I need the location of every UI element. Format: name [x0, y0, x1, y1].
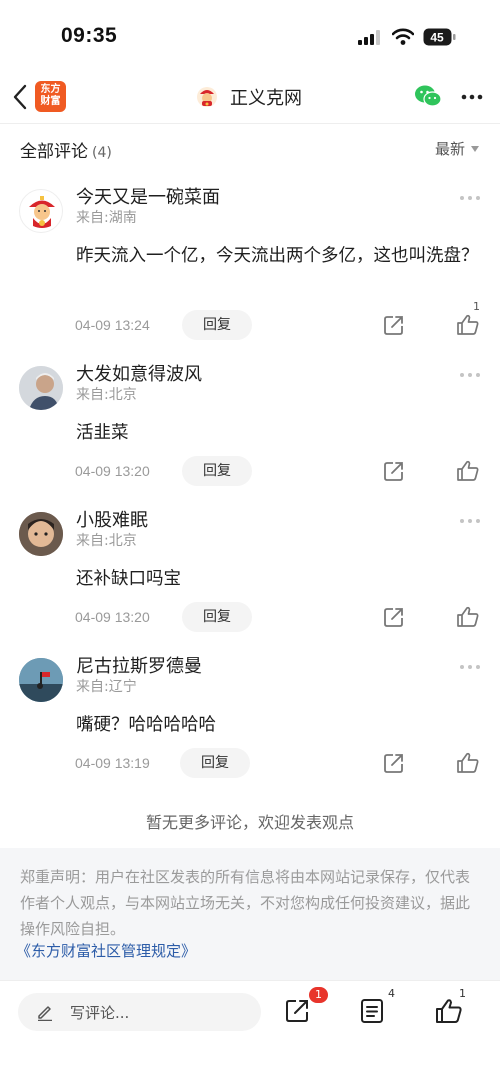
share-icon[interactable]	[383, 752, 405, 774]
reply-button[interactable]: 回复	[182, 602, 252, 632]
sort-dropdown[interactable]: 最新	[435, 138, 479, 159]
username[interactable]: 小股难眠	[76, 506, 148, 532]
location: 来自:北京	[76, 533, 137, 549]
thumbs-up-icon[interactable]	[435, 997, 463, 1025]
share-badge: 1	[309, 987, 328, 1003]
disclaimer-text: 郑重声明：用户在社区发表的所有信息将由本网站记录保存，仅代表作者个人观点，与本网…	[20, 868, 471, 938]
more-icon[interactable]	[461, 94, 483, 100]
comments-count: 4	[388, 987, 395, 1000]
thumbs-up-icon[interactable]	[456, 459, 480, 483]
signal-icon	[358, 30, 380, 45]
reply-button[interactable]: 回复	[182, 310, 252, 340]
battery-level: 45	[430, 31, 444, 45]
channel-title[interactable]: 正义克网	[196, 84, 302, 110]
username[interactable]: 尼古拉斯罗德曼	[76, 652, 202, 678]
status-time: 09:35	[61, 24, 118, 47]
comment-date: 04-09 13:19	[75, 755, 150, 771]
share-icon[interactable]	[383, 314, 405, 336]
battery-icon: 45	[423, 28, 456, 46]
location: 来自:辽宁	[76, 679, 137, 695]
back-icon[interactable]	[12, 84, 28, 110]
comment-date: 04-09 13:20	[75, 609, 150, 625]
username[interactable]: 大发如意得波风	[76, 360, 202, 386]
section-title: 全部评论 (4)	[20, 137, 112, 162]
avatar-photo-icon	[19, 512, 63, 556]
likes-count: 1	[459, 987, 466, 1000]
comment-date: 04-09 13:24	[75, 317, 150, 333]
comment-date: 04-09 13:20	[75, 463, 150, 479]
avatar-photo-icon	[19, 366, 63, 410]
comment-text: 活韭菜	[76, 423, 129, 443]
avatar[interactable]	[19, 189, 63, 233]
username[interactable]: 今天又是一碗菜面	[76, 183, 220, 209]
like-count: 1	[473, 300, 480, 313]
nav-bar: 东方 财富 正义克网	[0, 72, 500, 124]
status-bar: 09:35 45	[0, 0, 500, 72]
location: 来自:北京	[76, 387, 137, 403]
comment-count: (4)	[92, 145, 112, 161]
pen-icon	[38, 1006, 52, 1021]
comment-meta: 04-09 13:20 回复	[0, 456, 500, 488]
reply-button[interactable]: 回复	[182, 456, 252, 486]
reply-button[interactable]: 回复	[180, 748, 250, 778]
comment-meta: 04-09 13:24 回复 1	[0, 300, 500, 342]
disclaimer: 郑重声明：用户在社区发表的所有信息将由本网站记录保存，仅代表作者个人观点，与本网…	[0, 848, 500, 980]
comments-list-icon[interactable]	[359, 998, 385, 1024]
avatar[interactable]	[19, 366, 63, 410]
avatar[interactable]	[19, 512, 63, 556]
comments-header: 全部评论 (4) 最新	[0, 124, 500, 172]
avatar[interactable]	[19, 658, 63, 702]
avatar-photo-icon	[19, 658, 63, 702]
community-rules-link[interactable]: 《东方财富社区管理规定》	[16, 940, 196, 961]
bottom-action-bar: 写评论... 1 4 1	[0, 980, 500, 1083]
section-title-text: 全部评论	[20, 142, 88, 162]
comment-text: 嘴硬？哈哈哈哈哈	[76, 715, 216, 735]
more-icon[interactable]	[459, 195, 481, 201]
logo-line-1: 东方	[40, 84, 61, 95]
comment-meta: 04-09 13:19 回复	[0, 748, 500, 780]
caret-down-icon	[471, 145, 479, 152]
thumbs-up-icon[interactable]	[456, 751, 480, 775]
location: 来自:湖南	[76, 210, 137, 226]
app-logo[interactable]: 东方 财富	[35, 81, 66, 112]
more-icon[interactable]	[459, 518, 481, 524]
more-icon[interactable]	[459, 664, 481, 670]
sort-label: 最新	[434, 140, 465, 158]
thumbs-up-icon[interactable]	[456, 313, 480, 337]
wifi-icon	[392, 28, 414, 45]
more-icon[interactable]	[459, 372, 481, 378]
channel-avatar-icon	[197, 87, 217, 107]
share-icon[interactable]	[383, 460, 405, 482]
comment-text: 昨天流入一个亿，今天流出两个多亿，这也叫洗盘？	[76, 246, 479, 266]
write-comment-input[interactable]: 写评论...	[18, 993, 261, 1031]
channel-name: 正义克网	[230, 88, 302, 109]
wechat-icon[interactable]	[414, 84, 442, 108]
share-icon[interactable]	[284, 998, 310, 1024]
share-icon[interactable]	[383, 606, 405, 628]
comment-text: 还补缺口吗宝	[76, 569, 181, 589]
comment-meta: 04-09 13:20 回复	[0, 602, 500, 634]
logo-line-2: 财富	[40, 96, 61, 107]
write-comment-placeholder: 写评论...	[70, 1004, 130, 1022]
avatar-mascot-icon	[29, 196, 55, 228]
no-more-comments: 暂无更多评论，欢迎发表观点	[145, 813, 354, 832]
thumbs-up-icon[interactable]	[456, 605, 480, 629]
